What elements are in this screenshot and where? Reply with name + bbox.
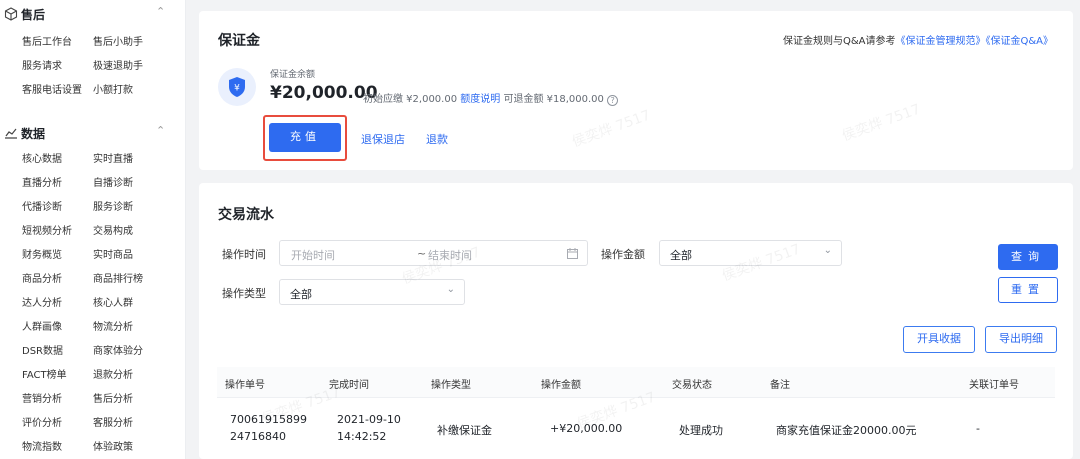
- rules-link-qa[interactable]: 《保证金Q&A》: [985, 36, 1053, 47]
- sidebar-item[interactable]: 售后分析: [93, 390, 133, 405]
- sidebar-item[interactable]: 直播分析: [22, 174, 62, 189]
- sidebar-item[interactable]: DSR数据: [22, 342, 63, 357]
- sidebar-item[interactable]: 服务请求: [22, 57, 62, 72]
- cube-icon: [4, 7, 18, 21]
- sidebar-item[interactable]: 实时直播: [93, 150, 133, 165]
- amount-select-value: 全部: [670, 249, 692, 262]
- sidebar-item[interactable]: 服务诊断: [93, 198, 133, 213]
- sidebar-section-title: 售后: [21, 8, 46, 22]
- recharge-button[interactable]: 充值: [269, 123, 341, 152]
- sidebar-item[interactable]: 客服电话设置: [22, 81, 82, 96]
- deposit-card: 保证金 保证金规则与Q&A请参考《保证金管理规范》《保证金Q&A》 ¥ 保证金余…: [199, 11, 1073, 170]
- balance-label: 保证金余额: [270, 70, 316, 80]
- type-filter-label: 操作类型: [222, 287, 266, 300]
- query-button[interactable]: 查询: [998, 244, 1058, 270]
- sidebar-item[interactable]: 核心数据: [22, 150, 62, 165]
- column-header: 操作单号: [225, 380, 265, 391]
- column-header: 完成时间: [329, 380, 369, 391]
- sidebar-item[interactable]: 商品排行榜: [93, 270, 143, 285]
- deposit-rules: 保证金规则与Q&A请参考《保证金管理规范》《保证金Q&A》: [783, 32, 1053, 47]
- end-date-input[interactable]: 结束时间: [428, 247, 472, 263]
- chart-icon: [5, 128, 17, 139]
- sidebar-item[interactable]: 财务概览: [22, 246, 62, 261]
- calendar-icon: [567, 248, 578, 259]
- sidebar-item[interactable]: 售后工作台: [22, 33, 72, 48]
- completed-time: 14:42:52: [337, 430, 387, 443]
- sidebar-item[interactable]: 营销分析: [22, 390, 62, 405]
- remark: 商家充值保证金20000.00元: [776, 424, 917, 437]
- sidebar-item[interactable]: 体验政策: [93, 438, 133, 453]
- column-header: 操作类型: [431, 380, 471, 391]
- column-header: 操作金额: [541, 380, 581, 391]
- sidebar-item[interactable]: 物流分析: [93, 318, 133, 333]
- sidebar: 售后 ⌃ 售后工作台 售后小助手 服务请求 极速退助手 客服电话设置 小额打款 …: [0, 0, 186, 459]
- start-date-input[interactable]: 开始时间: [291, 247, 335, 263]
- sidebar-item[interactable]: 退款分析: [93, 366, 133, 381]
- question-icon[interactable]: ?: [607, 95, 619, 106]
- initial-due: 初始应缴 ¥2,000.00: [363, 94, 458, 105]
- column-header: 关联订单号: [969, 380, 1019, 391]
- sidebar-item[interactable]: 物流指数: [22, 438, 62, 453]
- balance-amount: ¥20,000.00: [270, 83, 378, 103]
- chevron-up-icon[interactable]: ⌃: [156, 124, 165, 137]
- transactions-card: 交易流水 操作时间 开始时间 ~ 结束时间 操作金额 全部 ⌄ 操作类型 全部 …: [199, 183, 1073, 459]
- sidebar-item[interactable]: 极速退助手: [93, 57, 143, 72]
- sidebar-item[interactable]: 代播诊断: [22, 198, 62, 213]
- type-select-value: 全部: [290, 288, 312, 301]
- svg-text:¥: ¥: [234, 84, 240, 94]
- order-number-cont: 24716840: [230, 430, 286, 443]
- sidebar-item[interactable]: 客服分析: [93, 414, 133, 429]
- sidebar-item[interactable]: 交易构成: [93, 222, 133, 237]
- sidebar-item[interactable]: 小额打款: [93, 81, 133, 96]
- chevron-up-icon[interactable]: ⌃: [156, 5, 165, 18]
- shield-icon: ¥: [229, 77, 245, 97]
- deposit-title: 保证金: [218, 33, 260, 49]
- order-number: 70061915899: [230, 413, 307, 426]
- balance-meta: 初始应缴 ¥2,000.00 额度说明 可退金额 ¥18,000.00 ?: [363, 90, 619, 106]
- reset-button[interactable]: 重置: [998, 277, 1058, 303]
- transactions-title: 交易流水: [218, 207, 274, 223]
- time-filter-label: 操作时间: [222, 248, 266, 261]
- refundable-amount: 可退金额 ¥18,000.00: [503, 94, 604, 105]
- export-details-button[interactable]: 导出明细: [985, 326, 1057, 353]
- sidebar-item[interactable]: FACT榜单: [22, 366, 67, 381]
- date-range-picker[interactable]: 开始时间 ~ 结束时间: [279, 240, 588, 266]
- sidebar-section-title: 数据: [21, 127, 46, 141]
- sidebar-item[interactable]: 商家体验分: [93, 342, 143, 357]
- withdraw-store-link[interactable]: 退保退店: [361, 131, 405, 147]
- sidebar-section-data[interactable]: 数据 ⌃: [0, 122, 185, 146]
- transaction-status: 处理成功: [679, 424, 723, 437]
- issue-receipt-button[interactable]: 开具收据: [903, 326, 975, 353]
- chevron-down-icon: ⌄: [823, 245, 832, 256]
- sidebar-item[interactable]: 短视频分析: [22, 222, 72, 237]
- related-order: -: [976, 422, 980, 435]
- rules-link-management[interactable]: 《保证金管理规范》: [895, 36, 985, 47]
- sidebar-section-aftersales[interactable]: 售后 ⌃: [0, 3, 185, 27]
- sidebar-item[interactable]: 实时商品: [93, 246, 133, 261]
- quota-explain-link[interactable]: 额度说明: [460, 94, 500, 105]
- refund-link[interactable]: 退款: [426, 131, 448, 147]
- sidebar-item[interactable]: 达人分析: [22, 294, 62, 309]
- type-select[interactable]: 全部 ⌄: [279, 279, 465, 305]
- amount-filter-label: 操作金额: [601, 248, 645, 261]
- column-header: 交易状态: [672, 380, 712, 391]
- sidebar-item[interactable]: 核心人群: [93, 294, 133, 309]
- range-separator: ~: [417, 247, 427, 260]
- amount-select[interactable]: 全部 ⌄: [659, 240, 842, 266]
- column-header: 备注: [770, 380, 790, 391]
- completed-date: 2021-09-10: [337, 413, 401, 426]
- sidebar-item[interactable]: 自播诊断: [93, 174, 133, 189]
- sidebar-item[interactable]: 售后小助手: [93, 33, 143, 48]
- operation-amount: +¥20,000.00: [550, 422, 623, 435]
- operation-type: 补缴保证金: [437, 424, 492, 437]
- sidebar-item[interactable]: 商品分析: [22, 270, 62, 285]
- sidebar-item[interactable]: 评价分析: [22, 414, 62, 429]
- rules-prefix: 保证金规则与Q&A请参考: [782, 36, 896, 47]
- sidebar-item[interactable]: 人群画像: [22, 318, 62, 333]
- shield-icon-wrap: ¥: [218, 68, 256, 106]
- chevron-down-icon: ⌄: [446, 284, 455, 295]
